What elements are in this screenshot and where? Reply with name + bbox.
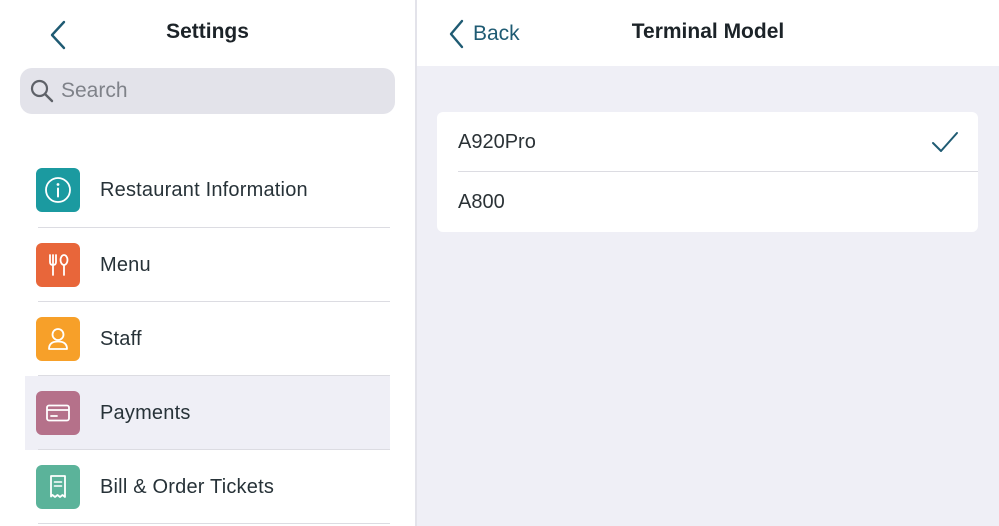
- info-icon: [45, 177, 71, 203]
- settings-item-label: Restaurant Information: [100, 178, 308, 201]
- row-divider: [38, 523, 390, 524]
- settings-item-restaurant-information[interactable]: Restaurant Information: [25, 153, 390, 227]
- card-icon: [46, 404, 70, 422]
- option-label: A800: [458, 190, 505, 213]
- fork-knife-icon: [49, 254, 69, 276]
- settings-item-label: Menu: [100, 253, 151, 276]
- terminal-model-pane: Back Terminal Model A920Pro A800: [417, 0, 999, 526]
- search-bar[interactable]: [20, 68, 395, 114]
- settings-item-menu[interactable]: Menu: [25, 228, 390, 302]
- page-title: Terminal Model: [631, 20, 785, 43]
- terminal-model-list: A920Pro A800: [437, 112, 978, 232]
- receipt-icon: [50, 475, 66, 498]
- settings-item-label: Bill & Order Tickets: [100, 475, 275, 498]
- settings-item-label: Staff: [100, 327, 142, 350]
- settings-title: Settings: [166, 20, 249, 43]
- bill-tickets-tile: [36, 465, 80, 509]
- option-label: A920Pro: [458, 130, 536, 153]
- settings-item-label: Payments: [100, 401, 191, 424]
- person-icon: [48, 328, 68, 350]
- restaurant-info-tile: [36, 168, 80, 212]
- search-input[interactable]: [55, 68, 395, 114]
- checkmark-icon: [932, 132, 958, 152]
- settings-item-staff[interactable]: Staff: [25, 302, 390, 376]
- navigation-bar: Back Terminal Model: [417, 0, 999, 66]
- search-icon: [30, 79, 54, 103]
- menu-tile: [36, 243, 80, 287]
- payments-tile: [36, 391, 80, 435]
- settings-pane: Settings Restaurant Information: [0, 0, 415, 526]
- settings-item-payments[interactable]: Payments: [25, 376, 390, 450]
- option-a800[interactable]: A800: [437, 172, 978, 232]
- settings-item-bill-order-tickets[interactable]: Bill & Order Tickets: [25, 450, 390, 524]
- option-a920pro[interactable]: A920Pro: [437, 112, 978, 172]
- staff-tile: [36, 317, 80, 361]
